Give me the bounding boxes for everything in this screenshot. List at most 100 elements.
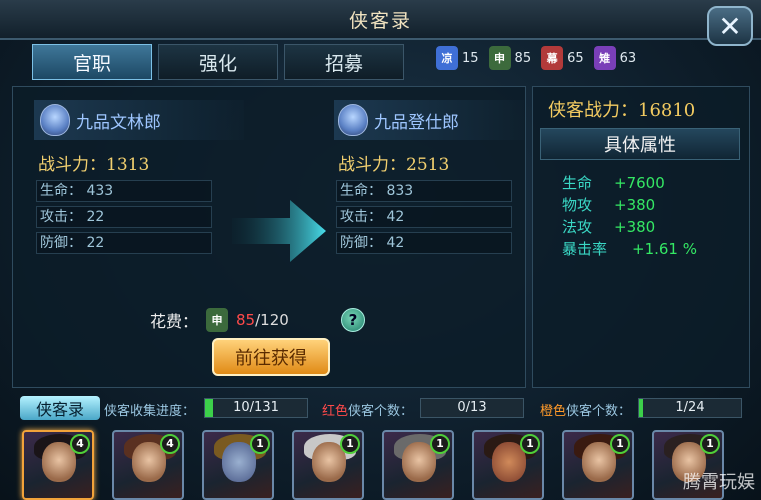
hero-list: 4 4 1 1 1 1 1 1 [22,430,724,500]
collect-progress: 10/131 [204,398,308,418]
stat-value: 833 [386,183,414,199]
current-stat-atk: 攻击： 22 [36,206,212,228]
collection-badge: 侠客录 [20,396,100,420]
total-power-label: 侠客战力： [548,100,638,121]
hero-level: 1 [610,434,630,454]
cost-have: 85 [236,311,256,329]
progress-text: 1/24 [675,400,705,415]
attr-value: +380 [614,218,656,236]
progress-text: 0/13 [457,400,487,415]
stat-value: 22 [86,209,105,225]
currency-value: 65 [567,50,584,66]
current-power: 战斗力：1313 [38,150,149,175]
current-stat-hp: 生命： 433 [36,180,212,202]
stat-value: 42 [386,235,405,251]
token-icon: 申 [488,46,511,70]
next-rank: 九品登仕郎 [338,104,459,136]
hero-level: 1 [250,434,270,454]
next-rank-name: 九品登仕郎 [374,112,459,133]
currency-4: 雉 63 [593,46,637,70]
next-stat-def: 防御： 42 [336,232,512,254]
attr-row: 暴击率 +1.61 % [562,238,697,259]
attr-label: 法攻 [562,218,593,236]
token-icon: 凉 [436,46,458,70]
cost-need: /120 [255,311,289,329]
close-icon: ✕ [718,9,742,43]
next-stat-hp: 生命： 833 [336,180,512,202]
total-power: 侠客战力：16810 [548,96,695,122]
current-stat-def: 防御： 22 [36,232,212,254]
goto-obtain-button[interactable]: 前往获得 [212,338,330,376]
close-button[interactable]: ✕ [707,6,753,46]
currency-bar: 凉 15 申 85 幕 65 雉 63 [436,46,636,70]
token-icon: 幕 [541,46,564,70]
attr-value: +380 [614,196,656,214]
power-value: 1313 [106,155,150,175]
tab-bar: 官职 强化 招募 [32,44,404,80]
window-title: 侠客录 [348,10,412,32]
currency-2: 申 85 [488,46,531,70]
power-value: 2513 [406,155,450,175]
hero-level: 4 [70,434,90,454]
orange-rest: 侠客个数： [566,404,632,419]
collect-label: 侠客收集进度： [104,404,196,419]
progress-text: 10/131 [233,400,279,415]
hero-card[interactable]: 1 [382,430,454,500]
stat-label: 攻击： [40,209,82,225]
orange-word: 橙色 [540,404,567,419]
cost-row: 花费： 申 85/120 [150,308,289,332]
stat-value: 433 [86,183,114,199]
currency-value: 15 [462,50,479,66]
currency-value: 63 [619,50,637,66]
attr-value: +7600 [614,174,665,192]
stat-label: 防御： [40,235,82,251]
hero-card[interactable]: 1 [472,430,544,500]
total-power-value: 16810 [638,100,696,121]
hero-card[interactable]: 4 [22,430,94,500]
attr-label: 生命 [562,174,593,192]
hero-card[interactable]: 1 [292,430,364,500]
rank-emblem-icon [338,104,368,136]
attr-row: 物攻 +380 [562,194,655,215]
progress-fill [639,399,644,417]
token-icon: 雉 [593,46,616,70]
hero-card[interactable]: 4 [112,430,184,500]
stat-value: 42 [386,209,405,225]
watermark: 腾霄玩娱 [683,472,755,493]
hero-level: 4 [160,434,180,454]
orange-progress: 1/24 [638,398,742,418]
attr-value: +1.61 % [632,240,697,258]
token-icon: 申 [206,308,229,332]
tab-recruit[interactable]: 招募 [284,44,404,80]
stat-label: 生命： [340,183,382,199]
next-power: 战斗力：2513 [338,150,449,175]
stat-label: 防御： [340,235,382,251]
game-window: 侠客录 ✕ 官职 强化 招募 凉 15 申 85 幕 65 雉 63 九品文林郎… [0,0,761,500]
power-label: 战斗力： [38,155,106,175]
hero-level: 1 [520,434,540,454]
red-word: 红色 [322,404,349,419]
hero-card[interactable]: 1 [562,430,634,500]
upgrade-arrow-icon [232,200,326,262]
current-rank-name: 九品文林郎 [76,112,161,133]
cost-label: 花费： [150,312,199,331]
attr-row: 生命 +7600 [562,172,665,193]
stat-label: 生命： [40,183,82,199]
red-rest: 侠客个数： [348,404,414,419]
stat-label: 攻击： [340,209,382,225]
attr-row: 法攻 +380 [562,216,655,237]
help-icon[interactable]: ? [341,308,365,332]
hero-level: 1 [700,434,720,454]
hero-level: 1 [340,434,360,454]
tab-enhance[interactable]: 强化 [158,44,278,80]
next-stat-atk: 攻击： 42 [336,206,512,228]
orange-label: 橙色侠客个数： [540,400,631,419]
stat-value: 22 [86,235,105,251]
tab-official-rank[interactable]: 官职 [32,44,152,80]
hero-card[interactable]: 1 [202,430,274,500]
cost-value: 85/120 [236,311,289,329]
progress-fill [205,399,213,417]
power-label: 战斗力： [338,155,406,175]
red-label: 红色侠客个数： [322,400,413,419]
rank-emblem-icon [40,104,70,136]
